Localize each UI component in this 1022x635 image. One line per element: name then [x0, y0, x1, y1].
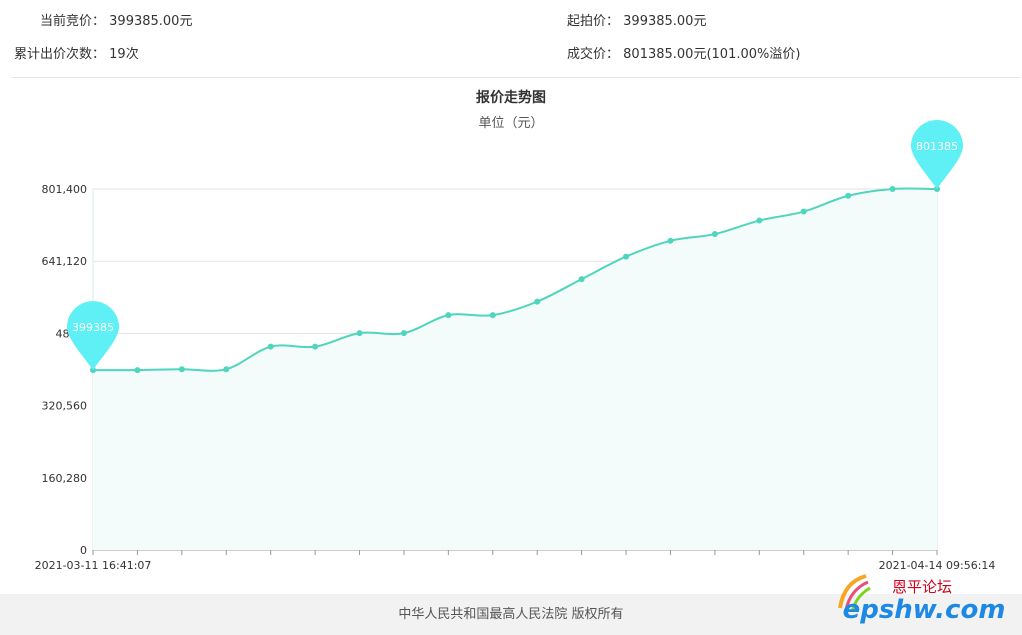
x-label-first: 2021-03-11 16:41:07: [35, 559, 152, 572]
footer-copyright: 中华人民共和国最高人民法院 版权所有: [398, 607, 624, 622]
chart-title: 报价走势图: [476, 89, 546, 106]
data-point: [489, 312, 496, 319]
data-point: [800, 208, 807, 215]
data-point: [845, 192, 852, 199]
deal-price: 成交价： 801385.00元(101.00%溢价): [567, 43, 800, 62]
data-point: [667, 237, 674, 244]
y-tick-label: 641,120: [42, 255, 88, 268]
data-point: [578, 276, 585, 283]
bid-count-value: 19次: [109, 47, 139, 62]
watermark-tagline: 恩平论坛: [892, 578, 952, 596]
pin-marker: [67, 301, 119, 371]
data-point: [889, 186, 896, 193]
current-bid-label: 当前竞价：: [40, 14, 106, 29]
watermark-brand: epshw.com: [843, 595, 1006, 625]
data-point: [178, 366, 185, 373]
epshw-watermark-logo: 恩平论坛 epshw.com: [838, 574, 1006, 625]
current-bid: 当前竞价： 399385.00元: [40, 10, 192, 29]
data-point: [267, 343, 274, 350]
bid-count: 累计出价次数： 19次: [14, 43, 139, 62]
info-divider: [12, 77, 1020, 78]
bid-trend-chart: 报价走势图单位（元）0160,280320,560480,8641,120801…: [35, 89, 996, 572]
y-tick-label: 320,560: [42, 400, 88, 413]
data-point: [711, 231, 718, 238]
data-point: [445, 312, 452, 319]
start-price-label: 起拍价：: [567, 14, 620, 29]
pin-marker-label: 399385: [72, 321, 114, 334]
data-point: [134, 367, 141, 374]
data-point: [756, 217, 763, 224]
pin-marker: [911, 120, 963, 190]
current-bid-value: 399385.00元: [109, 14, 193, 29]
data-point: [623, 253, 630, 260]
start-price-value: 399385.00元: [623, 14, 707, 29]
bid-count-label: 累计出价次数：: [14, 47, 106, 62]
data-point: [312, 343, 319, 350]
deal-price-value: 801385.00元(101.00%溢价): [623, 47, 801, 62]
data-point: [356, 330, 363, 337]
deal-price-label: 成交价：: [567, 47, 620, 62]
y-tick-label: 160,280: [42, 472, 88, 485]
start-price: 起拍价： 399385.00元: [567, 10, 706, 29]
data-point: [223, 366, 230, 373]
pin-marker-label: 801385: [916, 140, 958, 153]
y-tick-label: 0: [80, 544, 87, 557]
data-point: [534, 298, 541, 305]
y-tick-label: 801,400: [42, 183, 88, 196]
data-point: [400, 330, 407, 337]
chart-subtitle: 单位（元）: [478, 116, 543, 131]
